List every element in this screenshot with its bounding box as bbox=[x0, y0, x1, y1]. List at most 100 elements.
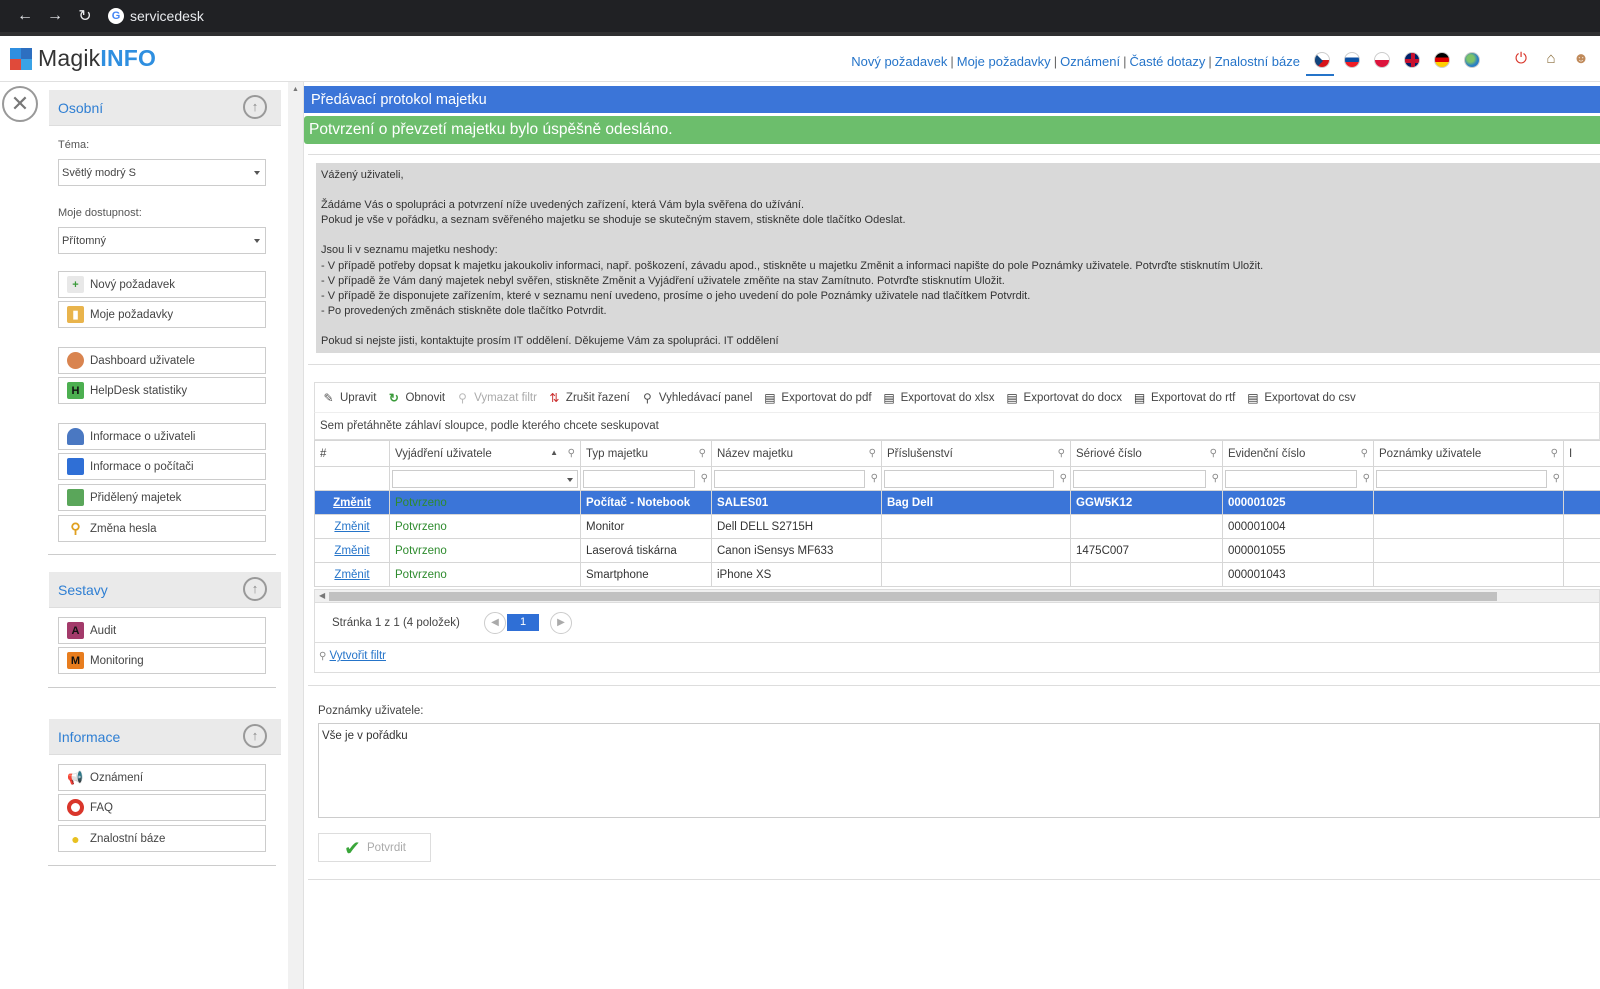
sidebar-scrollbar[interactable]: ▲ bbox=[288, 82, 304, 989]
clear-sorting-button[interactable]: ⇅ Zrušit řazení bbox=[547, 390, 629, 405]
export-pdf-button[interactable]: ▤ Exportovat do pdf bbox=[762, 390, 871, 405]
serial-cell bbox=[1070, 514, 1223, 539]
column-header[interactable]: # bbox=[314, 440, 390, 467]
filter-pin-icon[interactable]: ⚲ bbox=[568, 448, 575, 459]
change-link[interactable]: Změnit bbox=[334, 545, 369, 557]
top-link-announcements[interactable]: Oznámení bbox=[1060, 54, 1120, 69]
clear-filter-button[interactable]: ⚲ Vymazat filtr bbox=[455, 390, 537, 405]
power-icon[interactable]: ⏻ bbox=[1512, 50, 1530, 68]
filter-pin-icon[interactable]: ⚲ bbox=[1060, 473, 1067, 484]
filter-pin-icon[interactable]: ⚲ bbox=[1212, 473, 1219, 484]
reload-icon[interactable]: ↻ bbox=[70, 6, 100, 26]
horizontal-scrollbar[interactable]: ◀ bbox=[314, 589, 1600, 603]
sidebar-user-info-button[interactable]: Informace o uživateli bbox=[58, 423, 266, 450]
accessory-filter-input[interactable] bbox=[884, 469, 1054, 488]
prev-page-icon[interactable]: ◀ bbox=[484, 612, 506, 634]
collapse-up-icon[interactable]: ↑ bbox=[243, 724, 267, 748]
home-icon[interactable]: ⌂ bbox=[1542, 50, 1560, 68]
filter-pin-icon[interactable]: ⚲ bbox=[699, 448, 706, 459]
export-rtf-button[interactable]: ▤ Exportovat do rtf bbox=[1132, 390, 1236, 405]
column-header[interactable]: Sériové číslo ⚲ bbox=[1070, 440, 1223, 467]
column-header[interactable]: Název majetku ⚲ bbox=[711, 440, 882, 467]
filter-pin-icon[interactable]: ⚲ bbox=[1363, 473, 1370, 484]
collapse-up-icon[interactable]: ↑ bbox=[243, 95, 267, 119]
top-link-new-request[interactable]: Nový požadavek bbox=[851, 54, 947, 69]
german-flag-icon[interactable] bbox=[1434, 52, 1450, 68]
english-flag-icon[interactable] bbox=[1404, 52, 1420, 68]
user-notes-textarea[interactable]: Vše je v pořádku bbox=[318, 723, 1600, 818]
search-panel-button[interactable]: ⚲ Vyhledávací panel bbox=[640, 390, 752, 405]
user-icon[interactable]: ☻ bbox=[1572, 50, 1590, 68]
globe-icon[interactable] bbox=[1464, 52, 1480, 68]
column-header[interactable]: Příslušenství ⚲ bbox=[881, 440, 1071, 467]
name-filter-input[interactable] bbox=[714, 469, 865, 488]
export-xlsx-button[interactable]: ▤ Exportovat do xlsx bbox=[882, 390, 994, 405]
serial-filter-input[interactable] bbox=[1073, 469, 1206, 488]
top-link-my-requests[interactable]: Moje požadavky bbox=[957, 54, 1051, 69]
sidebar-monitoring-button[interactable]: M Monitoring bbox=[58, 647, 266, 674]
search-icon: ⚲ bbox=[642, 390, 652, 405]
forward-arrow-icon[interactable]: → bbox=[40, 7, 70, 25]
confirm-button[interactable]: ✔ Potvrdit bbox=[318, 833, 431, 862]
column-header[interactable]: Vyjádření uživatele ▲ ⚲ bbox=[389, 440, 581, 467]
export-docx-button[interactable]: ▤ Exportovat do docx bbox=[1005, 390, 1122, 405]
address-bar[interactable]: servicedesk bbox=[130, 8, 204, 24]
top-link-knowledge-base[interactable]: Znalostní báze bbox=[1215, 54, 1300, 69]
section-personal-header[interactable]: Osobní ↑ bbox=[49, 90, 281, 126]
filter-pin-icon[interactable]: ⚲ bbox=[1361, 448, 1368, 459]
column-header[interactable]: Evidenční číslo ⚲ bbox=[1222, 440, 1374, 467]
table-row[interactable]: Změnit Potvrzeno Monitor Dell DELL S2715… bbox=[314, 514, 1600, 539]
column-header[interactable]: Poznámky uživatele ⚲ bbox=[1373, 440, 1564, 467]
edit-button[interactable]: ✎ Upravit bbox=[321, 390, 376, 405]
sidebar-knowledge-base-button[interactable]: ● Znalostní báze bbox=[58, 825, 266, 852]
column-header[interactable]: Typ majetku ⚲ bbox=[580, 440, 712, 467]
column-header[interactable]: I bbox=[1563, 440, 1600, 467]
sidebar-dashboard-button[interactable]: Dashboard uživatele bbox=[58, 347, 266, 374]
logo[interactable]: MagikINFO bbox=[10, 45, 156, 72]
theme-select[interactable]: Světlý modrý S bbox=[58, 159, 266, 186]
change-link[interactable]: Změnit bbox=[333, 497, 371, 509]
scrollbar-thumb[interactable] bbox=[329, 592, 1497, 601]
filter-pin-icon[interactable]: ⚲ bbox=[701, 473, 708, 484]
sidebar-faq-button[interactable]: FAQ bbox=[58, 794, 266, 821]
table-row[interactable]: Změnit Potvrzeno Laserová tiskárna Canon… bbox=[314, 538, 1600, 563]
current-page-button[interactable]: 1 bbox=[507, 614, 539, 631]
status-filter-select[interactable] bbox=[392, 469, 578, 488]
sidebar-audit-button[interactable]: A Audit bbox=[58, 617, 266, 644]
sidebar-change-password-button[interactable]: ⚲ Změna hesla bbox=[58, 515, 266, 542]
change-link[interactable]: Změnit bbox=[334, 569, 369, 581]
sidebar-new-request-button[interactable]: + Nový požadavek bbox=[58, 271, 266, 298]
close-sidebar-button[interactable]: ✕ bbox=[2, 86, 38, 122]
sidebar-my-requests-button[interactable]: ▮ Moje požadavky bbox=[58, 301, 266, 328]
sidebar-announcements-button[interactable]: 📢 Oznámení bbox=[58, 764, 266, 791]
filter-pin-icon[interactable]: ⚲ bbox=[1058, 448, 1065, 459]
sidebar-computer-info-button[interactable]: Informace o počítači bbox=[58, 453, 266, 480]
change-link[interactable]: Změnit bbox=[334, 521, 369, 533]
filter-pin-icon[interactable]: ⚲ bbox=[871, 473, 878, 484]
type-filter-input[interactable] bbox=[583, 469, 695, 488]
evid-filter-input[interactable] bbox=[1225, 469, 1357, 488]
filter-pin-icon[interactable]: ⚲ bbox=[1210, 448, 1217, 459]
refresh-button[interactable]: ↻ Obnovit bbox=[386, 390, 445, 405]
export-csv-button[interactable]: ▤ Exportovat do csv bbox=[1245, 390, 1356, 405]
filter-pin-icon[interactable]: ⚲ bbox=[1551, 448, 1558, 459]
top-link-faq[interactable]: Časté dotazy bbox=[1129, 54, 1205, 69]
polish-flag-icon[interactable] bbox=[1374, 52, 1390, 68]
scroll-left-icon[interactable]: ◀ bbox=[319, 591, 325, 600]
sidebar-helpdesk-stats-button[interactable]: H HelpDesk statistiky bbox=[58, 377, 266, 404]
section-info-header[interactable]: Informace ↑ bbox=[49, 719, 281, 755]
czech-flag-icon[interactable] bbox=[1314, 52, 1330, 68]
availability-select[interactable]: Přítomný bbox=[58, 227, 266, 254]
section-reports-header[interactable]: Sestavy ↑ bbox=[49, 572, 281, 608]
create-filter-link[interactable]: Vytvořit filtr bbox=[330, 650, 386, 662]
table-row[interactable]: Změnit Potvrzeno Smartphone iPhone XS 00… bbox=[314, 562, 1600, 587]
notes-filter-input[interactable] bbox=[1376, 469, 1547, 488]
table-row[interactable]: Změnit Potvrzeno Počítač - Notebook SALE… bbox=[314, 490, 1600, 515]
next-page-icon[interactable]: ▶ bbox=[550, 612, 572, 634]
slovak-flag-icon[interactable] bbox=[1344, 52, 1360, 68]
filter-pin-icon[interactable]: ⚲ bbox=[1553, 473, 1560, 484]
sidebar-assigned-assets-button[interactable]: Přidělený majetek bbox=[58, 484, 266, 511]
collapse-up-icon[interactable]: ↑ bbox=[243, 577, 267, 601]
back-arrow-icon[interactable]: ← bbox=[10, 7, 40, 25]
filter-pin-icon[interactable]: ⚲ bbox=[869, 448, 876, 459]
